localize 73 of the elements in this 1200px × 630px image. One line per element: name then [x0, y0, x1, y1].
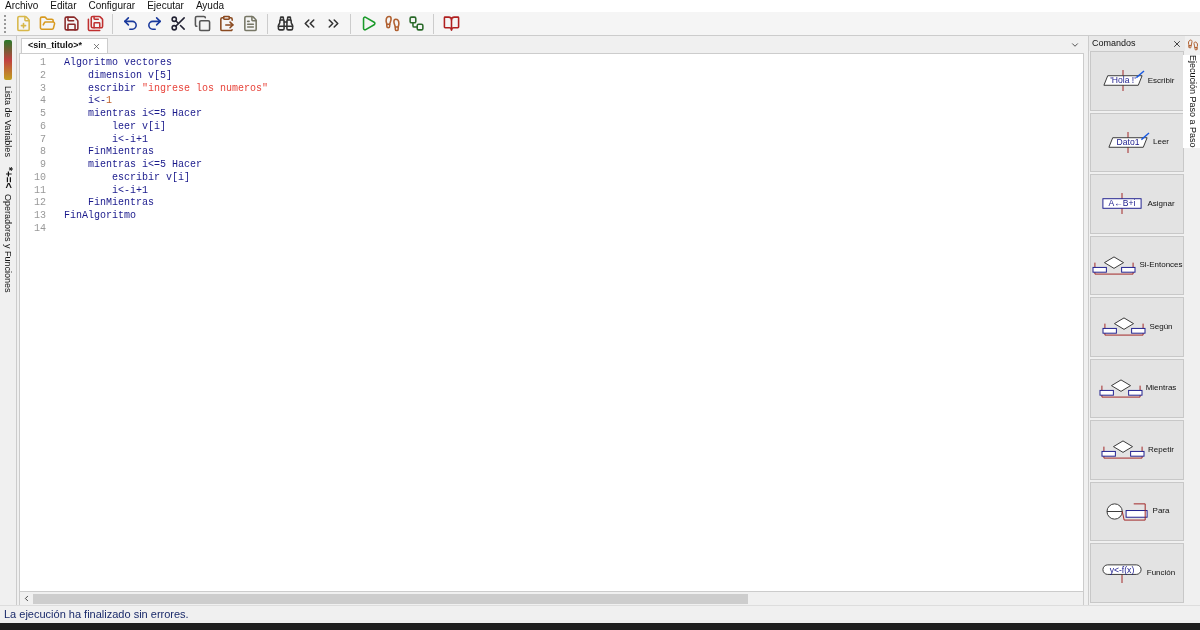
command-button[interactable]: Según — [1090, 297, 1184, 357]
line-number: 11 — [33, 184, 46, 198]
help-book-icon — [442, 15, 460, 32]
cut-icon — [169, 15, 187, 32]
menu-item[interactable]: Ejecutar — [147, 0, 184, 12]
command-button[interactable]: Para — [1090, 481, 1184, 541]
horizontal-scrollbar[interactable] — [19, 592, 1084, 605]
paste-icon — [217, 15, 235, 32]
command-button[interactable]: Repetir — [1090, 420, 1184, 480]
code-line: leer v[i] — [111, 120, 167, 134]
scroll-left-icon[interactable] — [22, 594, 31, 603]
code-line: mientras i<=5 Hacer — [87, 159, 203, 172]
new-file-icon — [14, 15, 32, 32]
line-number: 2 — [39, 69, 46, 83]
copy-icon — [193, 15, 211, 32]
line-number: 14 — [33, 222, 46, 236]
line-number: 5 — [39, 108, 46, 121]
line-number: 6 — [39, 120, 46, 134]
command-button[interactable]: Dato1 Leer — [1090, 112, 1184, 172]
code-line: FinMientras — [87, 146, 154, 159]
operator-symbols: *+=< — [2, 166, 14, 189]
code-line: i<-i+1 — [111, 133, 148, 146]
tab-menu-icon[interactable] — [1070, 40, 1080, 50]
open-folder-icon — [38, 15, 56, 32]
editor-tab[interactable]: <sin_titulo>* — [21, 38, 108, 53]
command-button[interactable]: A←B+i Asignar — [1090, 174, 1184, 234]
line-number: 1 — [39, 57, 46, 70]
status-message: La ejecución ha finalizado sin errores. — [4, 607, 189, 623]
save-as-icon — [86, 15, 104, 32]
line-number: 3 — [39, 82, 46, 96]
document-icon — [241, 15, 259, 32]
close-icon[interactable] — [92, 41, 101, 51]
menu-item[interactable]: Configurar — [88, 0, 136, 12]
undo-icon — [121, 15, 139, 32]
code-line: FinAlgoritmo — [64, 210, 136, 223]
code-line: i<-1 — [87, 95, 113, 108]
line-number: 4 — [39, 95, 46, 108]
code-line: dimension v[5] — [87, 69, 173, 83]
redo-icon — [145, 15, 163, 32]
save-icon — [62, 15, 80, 32]
line-number: 10 — [33, 171, 46, 185]
code-line: mientras i<=5 Hacer — [87, 108, 203, 121]
menu-item[interactable]: Editar — [50, 0, 77, 12]
code-line: FinMientras — [87, 197, 154, 210]
flowchart-icon — [407, 15, 425, 32]
command-button[interactable]: Si-Entonces — [1090, 235, 1184, 295]
step-execution-tab[interactable]: Ejecución Paso a Paso — [1183, 55, 1200, 148]
operators-tab[interactable]: Operadores y Funciones — [2, 194, 14, 293]
menu-item[interactable]: Archivo — [5, 0, 39, 12]
flowchart-block-icon — [1101, 316, 1148, 338]
flowchart-block-icon — [1100, 439, 1147, 461]
code-line: Algoritmo vectores — [64, 57, 173, 70]
line-number: 13 — [33, 210, 46, 223]
flowchart-block-icon — [1104, 500, 1151, 522]
search-icon — [276, 15, 294, 32]
variables-list-tab[interactable]: Lista de Variables — [2, 86, 14, 157]
command-button[interactable]: 'Hola !' Escribir — [1090, 51, 1184, 111]
command-button[interactable]: y<-f(x) Función — [1090, 543, 1184, 603]
flowchart-block-icon — [1097, 377, 1144, 399]
line-number: 7 — [39, 133, 46, 147]
flowchart-block-icon — [1091, 254, 1138, 276]
close-icon[interactable] — [1172, 38, 1182, 49]
footprints-icon — [1186, 39, 1199, 51]
line-number: 8 — [39, 146, 46, 159]
line-number: 9 — [39, 159, 46, 172]
code-line: escribir v[i] — [111, 171, 191, 185]
menu-item[interactable]: Ayuda — [195, 0, 225, 12]
code-line: escribir "ingrese los numeros" — [87, 82, 269, 95]
line-number: 12 — [33, 197, 46, 210]
command-button[interactable]: Mientras — [1090, 358, 1184, 418]
footprints-icon — [383, 15, 401, 32]
code-line: i<-i+1 — [111, 184, 148, 197]
panel-title: Comandos — [1092, 36, 1136, 50]
